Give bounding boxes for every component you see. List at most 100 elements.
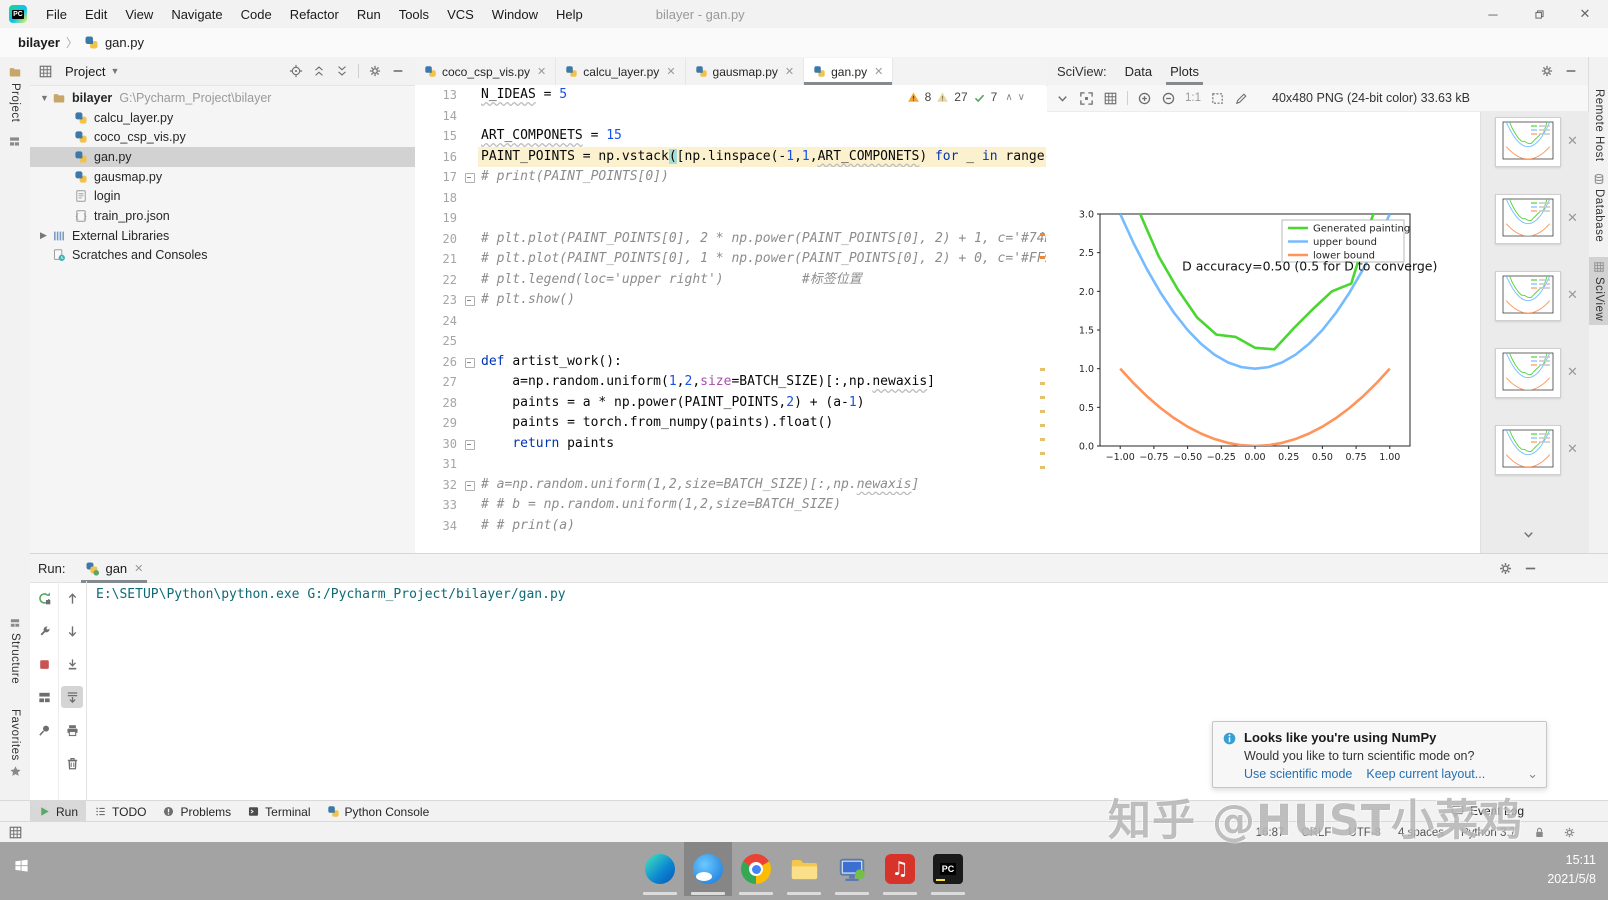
locate-button[interactable] <box>289 64 303 78</box>
maximize-button[interactable] <box>1516 0 1562 28</box>
code-line-18[interactable]: 18 <box>415 188 1046 209</box>
stripe-mark[interactable] <box>1040 466 1045 469</box>
code-line-24[interactable]: 24 <box>415 311 1046 332</box>
fold-marker[interactable] <box>465 440 475 450</box>
pin-tab-button[interactable] <box>33 719 55 741</box>
minimize-button[interactable]: ─ <box>1470 0 1516 28</box>
tree-item-gausmap.py[interactable]: gausmap.py <box>30 167 415 187</box>
stripe-mark[interactable] <box>1040 382 1045 385</box>
menu-run[interactable]: Run <box>348 0 390 28</box>
zoom-in-button[interactable] <box>1137 91 1152 106</box>
plot-thumbnail[interactable] <box>1495 425 1561 475</box>
tool-window-button-run[interactable]: Run <box>30 801 86 822</box>
code-line-21[interactable]: 21# plt.plot(PAINT_POINTS[0], 1 * np.pow… <box>415 249 1046 270</box>
code-line-26[interactable]: 26def artist_work(): <box>415 352 1046 373</box>
code-line-14[interactable]: 14 <box>415 106 1046 127</box>
settings-gear-icon[interactable] <box>1498 561 1513 576</box>
edit-plot-button[interactable] <box>1234 91 1249 106</box>
restore-layout-button[interactable] <box>33 686 55 708</box>
settings-gear-icon[interactable] <box>368 64 382 78</box>
plot-thumbnail[interactable] <box>1495 348 1561 398</box>
taskbar-app-chrome[interactable] <box>732 842 780 896</box>
chevron-down-icon[interactable]: ▼ <box>40 93 52 103</box>
fold-marker[interactable] <box>465 296 475 306</box>
code-line-17[interactable]: 17# print(PAINT_POINTS[0]) <box>415 167 1046 188</box>
tool-window-switcher-icon[interactable] <box>8 825 23 840</box>
breadcrumb-project[interactable]: bilayer <box>18 35 60 50</box>
plot-thumbnail[interactable] <box>1495 117 1561 167</box>
tool-window-button-database[interactable]: Database <box>1589 169 1608 246</box>
zoom-out-button[interactable] <box>1161 91 1176 106</box>
tree-item-scratches-and-consoles[interactable]: Scratches and Consoles <box>30 246 415 266</box>
next-issue-button[interactable]: ∨ <box>1018 92 1025 103</box>
code-line-25[interactable]: 25 <box>415 331 1046 352</box>
code-line-27[interactable]: 27 a=np.random.uniform(1,2,size=BATCH_SI… <box>415 372 1046 393</box>
close-icon[interactable]: ✕ <box>1567 210 1578 226</box>
taskbar-app-pycharm[interactable]: PC <box>924 842 972 896</box>
stripe-mark[interactable] <box>1040 396 1045 399</box>
code-line-32[interactable]: 32# a=np.random.uniform(1,2,size=BATCH_S… <box>415 475 1046 496</box>
tool-window-button-problems[interactable]: Problems <box>154 801 239 822</box>
chevron-down-icon[interactable] <box>1521 527 1536 542</box>
clear-console-button[interactable] <box>61 752 83 774</box>
close-icon[interactable]: ✕ <box>134 562 143 575</box>
plot-thumbnail[interactable] <box>1495 271 1561 321</box>
rerun-button[interactable] <box>33 587 55 609</box>
tree-item-calcu_layer.py[interactable]: calcu_layer.py <box>30 108 415 128</box>
menu-help[interactable]: Help <box>547 0 592 28</box>
code-line-22[interactable]: 22# plt.legend(loc='upper right') #标签位置 <box>415 270 1046 291</box>
keep-current-layout-link[interactable]: Keep current layout... <box>1366 767 1485 781</box>
tree-item-external-libraries[interactable]: ▶External Libraries <box>30 226 415 246</box>
settings-gear-icon[interactable] <box>1540 64 1554 78</box>
taskbar-app-pc-manager[interactable] <box>828 842 876 896</box>
tree-item-coco_csp_vis.py[interactable]: coco_csp_vis.py <box>30 127 415 147</box>
scroll-to-end-button[interactable] <box>61 686 83 708</box>
code-line-16[interactable]: 16PAINT_POINTS = np.vstack([np.linspace(… <box>415 147 1046 168</box>
chevron-down-icon[interactable]: ▼ <box>110 66 119 76</box>
stop-button[interactable] <box>33 653 55 675</box>
code-line-28[interactable]: 28 paints = a * np.power(PAINT_POINTS,2)… <box>415 393 1046 414</box>
code-line-15[interactable]: 15ART_COMPONETS = 15 <box>415 126 1046 147</box>
close-icon[interactable]: ✕ <box>1567 133 1578 149</box>
print-console-button[interactable] <box>61 719 83 741</box>
taskbar-app-edge[interactable] <box>636 842 684 896</box>
stripe-mark[interactable] <box>1040 256 1045 259</box>
menu-vcs[interactable]: VCS <box>438 0 483 28</box>
code-line-20[interactable]: 20# plt.plot(PAINT_POINTS[0], 2 * np.pow… <box>415 229 1046 250</box>
hide-panel-icon[interactable] <box>1564 64 1578 78</box>
plot-thumbnail[interactable] <box>1495 194 1561 244</box>
close-icon[interactable]: ✕ <box>1567 287 1578 303</box>
inspection-stripe[interactable] <box>1039 85 1046 552</box>
close-icon[interactable]: ✕ <box>537 65 546 78</box>
menu-code[interactable]: Code <box>232 0 281 28</box>
code-editor[interactable]: 13N_IDEAS = 51415ART_COMPONETS = 1516PAI… <box>415 85 1046 552</box>
close-icon[interactable]: ✕ <box>1567 364 1578 380</box>
prev-issue-button[interactable]: ∧ <box>1005 92 1012 103</box>
editor-tab-gan.py[interactable]: gan.py✕ <box>804 58 893 85</box>
tree-item-train_pro.json[interactable]: { }train_pro.json <box>30 206 415 226</box>
tool-window-button-project[interactable]: Project <box>0 61 30 126</box>
tree-item-login[interactable]: login <box>30 186 415 206</box>
menu-navigate[interactable]: Navigate <box>162 0 231 28</box>
code-line-19[interactable]: 19 <box>415 208 1046 229</box>
close-icon[interactable]: ✕ <box>874 65 883 78</box>
up-stack-trace-button[interactable] <box>61 587 83 609</box>
tool-window-button-python-console[interactable]: Python Console <box>319 801 438 822</box>
code-line-30[interactable]: 30 return paints <box>415 434 1046 455</box>
folder-icon[interactable] <box>8 135 21 148</box>
code-line-31[interactable]: 31 <box>415 454 1046 475</box>
code-line-23[interactable]: 23# plt.show() <box>415 290 1046 311</box>
project-panel-title[interactable]: Project <box>65 64 105 79</box>
tool-window-button-favorites[interactable]: Favorites <box>0 705 30 782</box>
edit-configuration-button[interactable] <box>33 620 55 642</box>
code-line-34[interactable]: 34# # print(a) <box>415 516 1046 537</box>
taskbar-app-explorer[interactable] <box>780 842 828 896</box>
menu-refactor[interactable]: Refactor <box>281 0 348 28</box>
menu-file[interactable]: File <box>37 0 76 28</box>
editor-tab-gausmap.py[interactable]: gausmap.py✕ <box>686 58 805 85</box>
down-stack-trace-button[interactable] <box>61 620 83 642</box>
taskbar-app-browser[interactable] <box>684 842 732 896</box>
chevron-down-icon[interactable]: ⌄ <box>1527 766 1538 782</box>
expand-all-button[interactable] <box>312 64 326 78</box>
code-line-29[interactable]: 29 paints = torch.from_numpy(paints).flo… <box>415 413 1046 434</box>
